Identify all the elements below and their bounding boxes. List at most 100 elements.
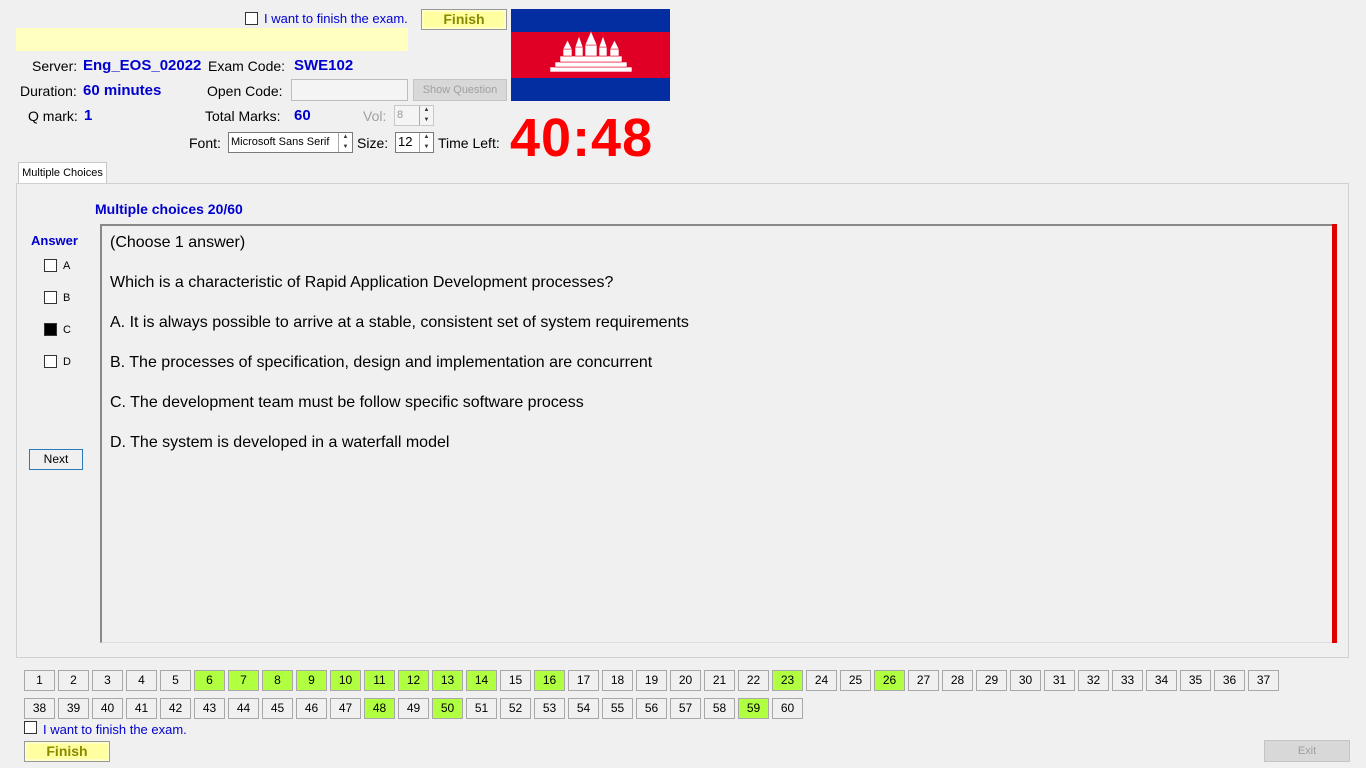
vol-label: Vol: (363, 108, 387, 124)
question-number-button[interactable]: 5 (160, 670, 191, 691)
option-b: B. The processes of specification, desig… (110, 354, 653, 371)
spin-down-icon[interactable]: ▼ (420, 143, 433, 153)
answer-checkbox[interactable] (44, 291, 57, 304)
open-code-label: Open Code: (207, 83, 283, 99)
question-number-button[interactable]: 60 (772, 698, 803, 719)
question-number-button[interactable]: 17 (568, 670, 599, 691)
question-number-button[interactable]: 29 (976, 670, 1007, 691)
question-number-button[interactable]: 30 (1010, 670, 1041, 691)
question-number-button[interactable]: 54 (568, 698, 599, 719)
question-number-button[interactable]: 13 (432, 670, 463, 691)
question-number-button[interactable]: 57 (670, 698, 701, 719)
question-number-button[interactable]: 21 (704, 670, 735, 691)
spin-up-icon[interactable]: ▲ (420, 133, 433, 143)
question-number-button[interactable]: 19 (636, 670, 667, 691)
question-number-button[interactable]: 23 (772, 670, 803, 691)
show-question-button[interactable]: Show Question (413, 79, 507, 101)
question-number-button[interactable]: 59 (738, 698, 769, 719)
question-number-button[interactable]: 58 (704, 698, 735, 719)
question-number-button[interactable]: 49 (398, 698, 429, 719)
question-number-button[interactable]: 1 (24, 670, 55, 691)
question-number-button[interactable]: 50 (432, 698, 463, 719)
question-number-button[interactable]: 52 (500, 698, 531, 719)
question-header: Multiple choices 20/60 (95, 201, 243, 217)
question-number-button[interactable]: 39 (58, 698, 89, 719)
question-number-button[interactable]: 42 (160, 698, 191, 719)
finish-button-bottom[interactable]: Finish (24, 741, 110, 762)
question-number-button[interactable]: 35 (1180, 670, 1211, 691)
question-number-button[interactable]: 37 (1248, 670, 1279, 691)
question-number-button[interactable]: 25 (840, 670, 871, 691)
next-button[interactable]: Next (29, 449, 83, 470)
question-number-button[interactable]: 26 (874, 670, 905, 691)
size-label: Size: (357, 135, 389, 151)
answer-option-c[interactable]: C (44, 323, 71, 336)
answer-option-b[interactable]: B (44, 291, 70, 304)
question-number-button[interactable]: 32 (1078, 670, 1109, 691)
question-number-button[interactable]: 34 (1146, 670, 1177, 691)
spin-down-icon[interactable]: ▼ (339, 143, 352, 153)
question-number-button[interactable]: 9 (296, 670, 327, 691)
question-number-button[interactable]: 41 (126, 698, 157, 719)
question-number-button[interactable]: 4 (126, 670, 157, 691)
question-number-button[interactable]: 24 (806, 670, 837, 691)
exit-button[interactable]: Exit (1264, 740, 1350, 762)
question-number-button[interactable]: 38 (24, 698, 55, 719)
question-number-button[interactable]: 45 (262, 698, 293, 719)
question-number-button[interactable]: 2 (58, 670, 89, 691)
font-spinner[interactable]: Microsoft Sans Serif ▲ ▼ (228, 132, 353, 153)
question-number-button[interactable]: 51 (466, 698, 497, 719)
question-number-button[interactable]: 27 (908, 670, 939, 691)
tab-multiple-choices[interactable]: Multiple Choices (18, 162, 107, 184)
question-number-button[interactable]: 44 (228, 698, 259, 719)
spin-up-icon[interactable]: ▲ (339, 133, 352, 143)
size-spinner[interactable]: 12 ▲ ▼ (395, 132, 434, 153)
server-value: Eng_EOS_02022 (83, 57, 202, 74)
question-number-button[interactable]: 56 (636, 698, 667, 719)
question-number-button[interactable]: 55 (602, 698, 633, 719)
question-number-button[interactable]: 6 (194, 670, 225, 691)
spin-down-icon[interactable]: ▼ (420, 116, 433, 126)
answer-option-d[interactable]: D (44, 355, 71, 368)
open-code-input[interactable] (291, 79, 408, 101)
question-number-button[interactable]: 16 (534, 670, 565, 691)
question-number-button[interactable]: 40 (92, 698, 123, 719)
status-bar (16, 28, 408, 51)
question-number-button[interactable]: 14 (466, 670, 497, 691)
question-number-button[interactable]: 31 (1044, 670, 1075, 691)
question-number-button[interactable]: 33 (1112, 670, 1143, 691)
finish-exam-checkbox-bottom[interactable] (24, 721, 37, 734)
question-number-button[interactable]: 11 (364, 670, 395, 691)
question-number-button[interactable]: 7 (228, 670, 259, 691)
option-d: D. The system is developed in a waterfal… (110, 434, 450, 451)
question-number-button[interactable]: 10 (330, 670, 361, 691)
question-number-button[interactable]: 18 (602, 670, 633, 691)
duration-value: 60 minutes (83, 82, 162, 99)
option-a: A. It is always possible to arrive at a … (110, 314, 689, 331)
answer-label: A (63, 259, 71, 272)
question-number-button[interactable]: 12 (398, 670, 429, 691)
question-number-button[interactable]: 53 (534, 698, 565, 719)
question-number-button[interactable]: 47 (330, 698, 361, 719)
answer-checkbox[interactable] (44, 323, 57, 336)
finish-button-top[interactable]: Finish (421, 9, 507, 30)
finish-exam-label-bottom: I want to finish the exam. (43, 722, 187, 737)
vol-spinner[interactable]: 8 ▲ ▼ (394, 105, 434, 126)
answer-checkbox[interactable] (44, 259, 57, 272)
answer-checkbox[interactable] (44, 355, 57, 368)
answer-option-a[interactable]: A (44, 259, 70, 272)
question-number-button[interactable]: 20 (670, 670, 701, 691)
question-number-button[interactable]: 15 (500, 670, 531, 691)
question-number-button[interactable]: 3 (92, 670, 123, 691)
question-number-button[interactable]: 36 (1214, 670, 1245, 691)
question-number-button[interactable]: 43 (194, 698, 225, 719)
spin-up-icon[interactable]: ▲ (420, 106, 433, 116)
question-number-button[interactable]: 8 (262, 670, 293, 691)
question-number-button[interactable]: 48 (364, 698, 395, 719)
finish-exam-checkbox-top[interactable] (245, 12, 258, 25)
question-number-button[interactable]: 22 (738, 670, 769, 691)
question-number-button[interactable]: 28 (942, 670, 973, 691)
question-number-button[interactable]: 46 (296, 698, 327, 719)
option-c: C. The development team must be follow s… (110, 394, 584, 411)
answer-label: C (63, 323, 71, 336)
